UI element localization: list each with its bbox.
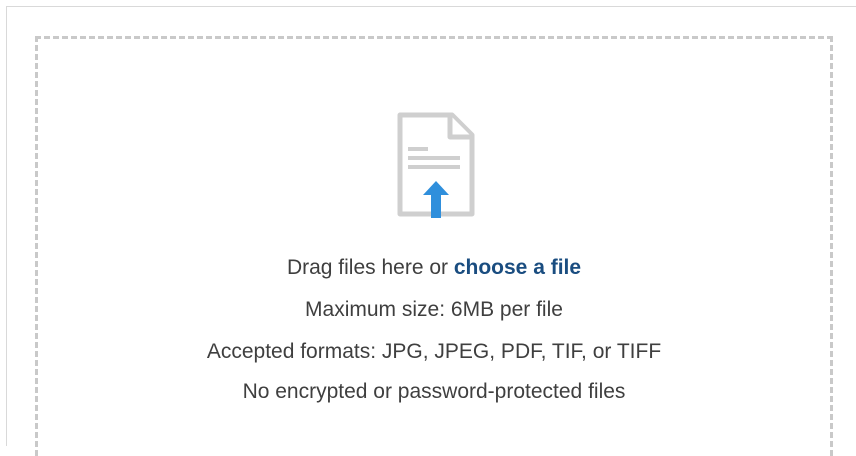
- max-size-text: Maximum size: 6MB per file: [305, 298, 563, 321]
- document-upload-icon: [397, 112, 475, 218]
- drag-instruction-text: Drag files here or: [286, 256, 454, 279]
- accepted-formats-text: Accepted formats: JPG, JPEG, PDF, TIF, o…: [206, 340, 662, 363]
- choose-file-link[interactable]: choose a file: [454, 256, 581, 279]
- drag-instruction: Drag files here or choose a file: [35, 256, 833, 280]
- encryption-restriction-text: No encrypted or password-protected files: [242, 380, 626, 403]
